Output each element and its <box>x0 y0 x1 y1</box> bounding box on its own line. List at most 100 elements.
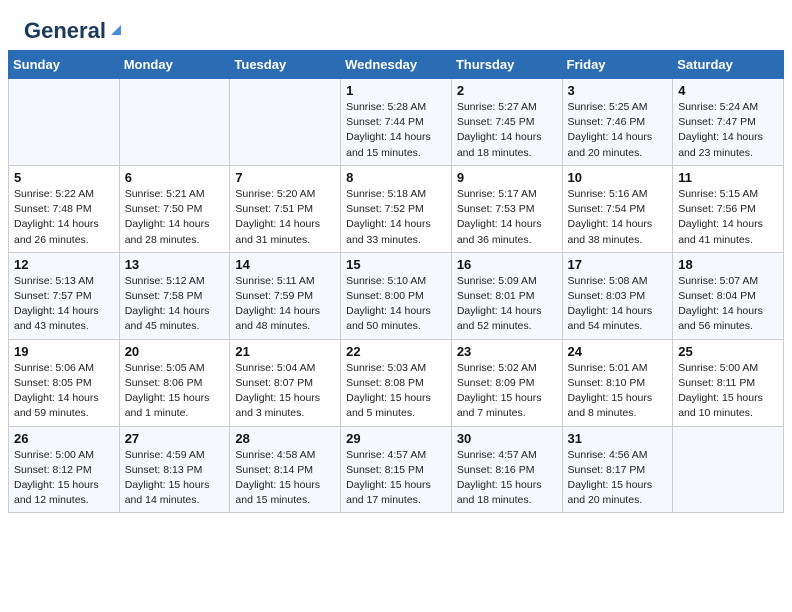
calendar-week-row: 26Sunrise: 5:00 AM Sunset: 8:12 PM Dayli… <box>9 426 784 513</box>
calendar-week-row: 5 Sunrise: 5:22 AM Sunset: 7:48 PM Daylig… <box>9 165 784 252</box>
day-number: 16 <box>457 257 557 272</box>
day-info: Sunrise: 5:01 AM Sunset: 8:10 PM Dayligh… <box>568 361 668 422</box>
calendar-week-row: 19 Sunrise: 5:06 AM Sunset: 8:05 PM Dayli… <box>9 339 784 426</box>
day-info: Sunrise: 4:56 AM Sunset: 8:17 PM Dayligh… <box>568 448 668 509</box>
calendar-day-23: 23 Sunrise: 5:02 AM Sunset: 8:09 PM Dayli… <box>451 339 562 426</box>
day-info: Sunrise: 5:17 AM Sunset: 7:53 PM Dayligh… <box>457 187 557 248</box>
calendar-empty-cell <box>119 79 230 166</box>
calendar-week-row: 1 Sunrise: 5:28 AM Sunset: 7:44 PM Daylig… <box>9 79 784 166</box>
calendar-day-17: 17 Sunrise: 5:08 AM Sunset: 8:03 PM Dayli… <box>562 252 673 339</box>
calendar-day-7: 7 Sunrise: 5:20 AM Sunset: 7:51 PM Daylig… <box>230 165 341 252</box>
weekday-header-sunday: Sunday <box>9 51 120 79</box>
day-number: 2 <box>457 83 557 98</box>
day-info: Sunrise: 5:03 AM Sunset: 8:08 PM Dayligh… <box>346 361 446 422</box>
calendar-table: SundayMondayTuesdayWednesdayThursdayFrid… <box>8 50 784 513</box>
day-number: 27 <box>125 431 225 446</box>
calendar-day-9: 9 Sunrise: 5:17 AM Sunset: 7:53 PM Daylig… <box>451 165 562 252</box>
logo-general-text: General <box>24 18 106 44</box>
calendar-day-13: 13Sunrise: 5:12 AM Sunset: 7:58 PM Dayli… <box>119 252 230 339</box>
calendar-day-24: 24Sunrise: 5:01 AM Sunset: 8:10 PM Dayli… <box>562 339 673 426</box>
weekday-header-saturday: Saturday <box>673 51 784 79</box>
calendar-day-31: 31 Sunrise: 4:56 AM Sunset: 8:17 PM Dayli… <box>562 426 673 513</box>
day-number: 11 <box>678 170 778 185</box>
day-number: 13 <box>125 257 225 272</box>
day-info: Sunrise: 5:18 AM Sunset: 7:52 PM Dayligh… <box>346 187 446 248</box>
day-info: Sunrise: 5:08 AM Sunset: 8:03 PM Dayligh… <box>568 274 668 335</box>
day-info: Sunrise: 5:25 AM Sunset: 7:46 PM Dayligh… <box>568 100 668 161</box>
calendar-day-22: 22 Sunrise: 5:03 AM Sunset: 8:08 PM Dayli… <box>341 339 452 426</box>
calendar-empty-cell <box>673 426 784 513</box>
day-info: Sunrise: 5:28 AM Sunset: 7:44 PM Dayligh… <box>346 100 446 161</box>
logo-triangle-icon <box>107 21 125 39</box>
day-info: Sunrise: 4:57 AM Sunset: 8:16 PM Dayligh… <box>457 448 557 509</box>
day-number: 17 <box>568 257 668 272</box>
day-number: 3 <box>568 83 668 98</box>
calendar-body: 1 Sunrise: 5:28 AM Sunset: 7:44 PM Daylig… <box>9 79 784 513</box>
calendar-day-14: 14Sunrise: 5:11 AM Sunset: 7:59 PM Dayli… <box>230 252 341 339</box>
day-number: 19 <box>14 344 114 359</box>
day-number: 29 <box>346 431 446 446</box>
calendar-day-4: 4Sunrise: 5:24 AM Sunset: 7:47 PM Daylig… <box>673 79 784 166</box>
calendar-day-27: 27 Sunrise: 4:59 AM Sunset: 8:13 PM Dayli… <box>119 426 230 513</box>
day-number: 15 <box>346 257 446 272</box>
day-info: Sunrise: 5:20 AM Sunset: 7:51 PM Dayligh… <box>235 187 335 248</box>
logo: General <box>24 18 125 40</box>
day-number: 31 <box>568 431 668 446</box>
calendar-day-25: 25 Sunrise: 5:00 AM Sunset: 8:11 PM Dayli… <box>673 339 784 426</box>
day-number: 12 <box>14 257 114 272</box>
calendar-empty-cell <box>230 79 341 166</box>
day-number: 30 <box>457 431 557 446</box>
day-number: 28 <box>235 431 335 446</box>
weekday-header-row: SundayMondayTuesdayWednesdayThursdayFrid… <box>9 51 784 79</box>
day-info: Sunrise: 5:00 AM Sunset: 8:11 PM Dayligh… <box>678 361 778 422</box>
day-info: Sunrise: 5:22 AM Sunset: 7:48 PM Dayligh… <box>14 187 114 248</box>
day-number: 8 <box>346 170 446 185</box>
calendar-day-28: 28Sunrise: 4:58 AM Sunset: 8:14 PM Dayli… <box>230 426 341 513</box>
day-number: 20 <box>125 344 225 359</box>
calendar-day-18: 18Sunrise: 5:07 AM Sunset: 8:04 PM Dayli… <box>673 252 784 339</box>
day-number: 23 <box>457 344 557 359</box>
calendar-day-1: 1 Sunrise: 5:28 AM Sunset: 7:44 PM Daylig… <box>341 79 452 166</box>
day-info: Sunrise: 5:16 AM Sunset: 7:54 PM Dayligh… <box>568 187 668 248</box>
calendar-day-15: 15 Sunrise: 5:10 AM Sunset: 8:00 PM Dayli… <box>341 252 452 339</box>
calendar-wrapper: SundayMondayTuesdayWednesdayThursdayFrid… <box>0 50 792 521</box>
weekday-header-tuesday: Tuesday <box>230 51 341 79</box>
day-info: Sunrise: 5:10 AM Sunset: 8:00 PM Dayligh… <box>346 274 446 335</box>
weekday-header-friday: Friday <box>562 51 673 79</box>
calendar-day-5: 5 Sunrise: 5:22 AM Sunset: 7:48 PM Daylig… <box>9 165 120 252</box>
day-info: Sunrise: 5:05 AM Sunset: 8:06 PM Dayligh… <box>125 361 225 422</box>
day-number: 7 <box>235 170 335 185</box>
calendar-day-2: 2 Sunrise: 5:27 AM Sunset: 7:45 PM Daylig… <box>451 79 562 166</box>
calendar-day-26: 26Sunrise: 5:00 AM Sunset: 8:12 PM Dayli… <box>9 426 120 513</box>
calendar-day-8: 8 Sunrise: 5:18 AM Sunset: 7:52 PM Daylig… <box>341 165 452 252</box>
day-info: Sunrise: 5:07 AM Sunset: 8:04 PM Dayligh… <box>678 274 778 335</box>
day-info: Sunrise: 5:11 AM Sunset: 7:59 PM Dayligh… <box>235 274 335 335</box>
day-info: Sunrise: 5:15 AM Sunset: 7:56 PM Dayligh… <box>678 187 778 248</box>
calendar-week-row: 12 Sunrise: 5:13 AM Sunset: 7:57 PM Dayli… <box>9 252 784 339</box>
weekday-header-thursday: Thursday <box>451 51 562 79</box>
calendar-day-29: 29 Sunrise: 4:57 AM Sunset: 8:15 PM Dayli… <box>341 426 452 513</box>
day-info: Sunrise: 5:02 AM Sunset: 8:09 PM Dayligh… <box>457 361 557 422</box>
day-number: 10 <box>568 170 668 185</box>
day-info: Sunrise: 4:57 AM Sunset: 8:15 PM Dayligh… <box>346 448 446 509</box>
calendar-day-16: 16 Sunrise: 5:09 AM Sunset: 8:01 PM Dayli… <box>451 252 562 339</box>
calendar-day-21: 21Sunrise: 5:04 AM Sunset: 8:07 PM Dayli… <box>230 339 341 426</box>
day-number: 5 <box>14 170 114 185</box>
day-number: 22 <box>346 344 446 359</box>
day-info: Sunrise: 5:06 AM Sunset: 8:05 PM Dayligh… <box>14 361 114 422</box>
day-number: 4 <box>678 83 778 98</box>
day-info: Sunrise: 5:09 AM Sunset: 8:01 PM Dayligh… <box>457 274 557 335</box>
day-number: 1 <box>346 83 446 98</box>
day-info: Sunrise: 4:59 AM Sunset: 8:13 PM Dayligh… <box>125 448 225 509</box>
day-number: 9 <box>457 170 557 185</box>
calendar-empty-cell <box>9 79 120 166</box>
day-info: Sunrise: 5:13 AM Sunset: 7:57 PM Dayligh… <box>14 274 114 335</box>
day-number: 25 <box>678 344 778 359</box>
day-info: Sunrise: 5:04 AM Sunset: 8:07 PM Dayligh… <box>235 361 335 422</box>
calendar-day-20: 20 Sunrise: 5:05 AM Sunset: 8:06 PM Dayli… <box>119 339 230 426</box>
calendar-header: SundayMondayTuesdayWednesdayThursdayFrid… <box>9 51 784 79</box>
day-info: Sunrise: 5:27 AM Sunset: 7:45 PM Dayligh… <box>457 100 557 161</box>
day-number: 26 <box>14 431 114 446</box>
calendar-day-3: 3 Sunrise: 5:25 AM Sunset: 7:46 PM Daylig… <box>562 79 673 166</box>
day-number: 6 <box>125 170 225 185</box>
